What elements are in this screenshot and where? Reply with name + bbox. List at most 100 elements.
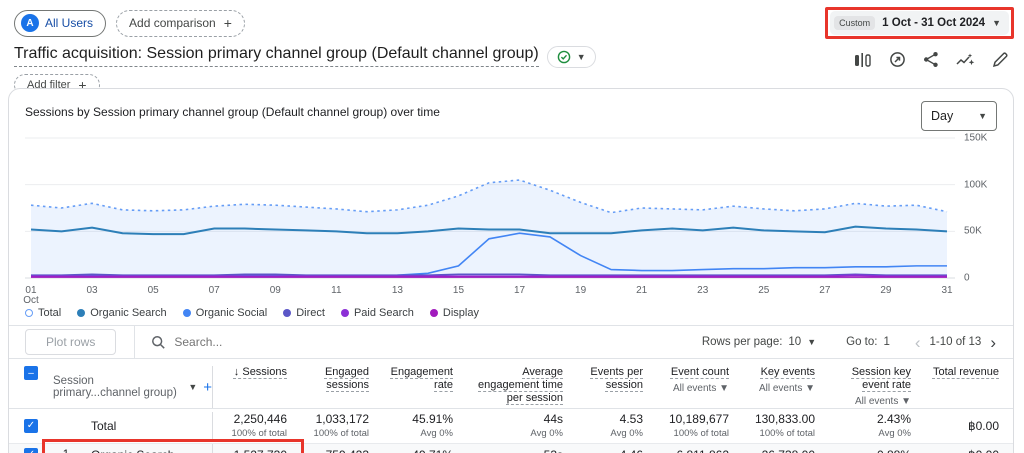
select-all-checkbox[interactable]: – xyxy=(24,366,38,380)
total-checkbox-cell: ✓ xyxy=(9,419,53,433)
x-axis-tick: 29 xyxy=(880,286,891,296)
legend-item[interactable]: Paid Search xyxy=(341,307,414,319)
report-header: Traffic acquisition: Session primary cha… xyxy=(0,43,1024,68)
column-header[interactable]: Engaged sessions xyxy=(301,366,383,392)
table-pagination: Rows per page: 10 ▼ Go to: 1 ‹ 1-10 of 1… xyxy=(702,334,1013,351)
next-page-icon[interactable]: › xyxy=(987,334,999,351)
row-cell-value: 6,811,862 xyxy=(657,448,743,453)
column-header[interactable]: Events per session xyxy=(577,366,657,392)
row-dimension-value[interactable]: Organic Search xyxy=(79,444,213,453)
data-quality-chip[interactable]: ▼ xyxy=(547,46,596,68)
rows-per-page-value[interactable]: 10 xyxy=(788,336,801,348)
x-axis-tick: 15 xyxy=(453,286,464,296)
column-header[interactable]: Total revenue xyxy=(925,366,1013,379)
column-header[interactable]: ↓ Sessions xyxy=(213,366,301,379)
total-cell-value: 10,189,677 xyxy=(657,412,729,426)
legend-item[interactable]: Display xyxy=(430,307,479,319)
total-cell: 4.53 Avg 0% xyxy=(577,412,657,439)
column-header-label[interactable]: Events per session xyxy=(590,366,643,391)
column-header-label[interactable]: Event count xyxy=(671,366,729,378)
table-row[interactable]: ✓1Organic Search1,527,730759,42349.71%53… xyxy=(9,444,1013,453)
column-header-label[interactable]: Average engagement time per session xyxy=(478,366,563,404)
column-header[interactable]: Engagement rate xyxy=(383,366,467,392)
total-cell: 130,833.00100% of total xyxy=(743,412,829,439)
legend-marker-icon xyxy=(341,309,349,317)
column-header[interactable]: Average engagement time per session xyxy=(467,366,577,405)
total-cell-subvalue: Avg 0% xyxy=(577,428,643,439)
legend-label: Direct xyxy=(296,307,325,319)
chevron-down-icon: ▼ xyxy=(577,52,586,62)
column-filter[interactable]: All events ▼ xyxy=(743,382,815,395)
search-icon xyxy=(151,335,166,350)
column-header-label[interactable]: Key events xyxy=(761,366,815,378)
all-users-segment-chip[interactable]: A All Users xyxy=(14,10,106,37)
x-axis-tick: 07 xyxy=(209,286,220,296)
row-checkbox[interactable]: ✓ xyxy=(24,448,38,453)
legend-label: Organic Social xyxy=(196,307,268,319)
chart-title: Sessions by Session primary channel grou… xyxy=(25,101,440,119)
x-axis-tick: 27 xyxy=(819,286,830,296)
edit-pencil-icon[interactable] xyxy=(992,52,1008,68)
line-chart-plot[interactable] xyxy=(25,133,955,283)
column-filter[interactable]: All events ▼ xyxy=(829,395,911,408)
total-cell: ฿0.00 xyxy=(925,419,1013,433)
column-filter[interactable]: All events ▼ xyxy=(657,382,729,395)
x-axis-tick: 23 xyxy=(697,286,708,296)
dimension-header-label: Session primary...channel group) xyxy=(53,375,182,399)
y-axis-tick: 50K xyxy=(964,226,982,237)
total-row-checkbox[interactable]: ✓ xyxy=(24,419,38,433)
date-range-picker[interactable]: Custom 1 Oct - 31 Oct 2024 ▼ xyxy=(830,11,1009,35)
search-input[interactable] xyxy=(174,335,334,349)
y-axis-tick: 150K xyxy=(964,133,987,144)
previous-page-icon[interactable]: ‹ xyxy=(912,334,924,351)
insights-clock-icon[interactable] xyxy=(889,51,906,68)
total-cell-subvalue: 100% of total xyxy=(213,428,287,439)
add-comparison-button[interactable]: Add comparison + xyxy=(116,10,245,37)
total-cell: 44sAvg 0% xyxy=(467,412,577,439)
plot-rows-button[interactable]: Plot rows xyxy=(25,329,116,355)
row-cell-value: 49.71% xyxy=(383,448,467,453)
table-header-row: – Session primary...channel group) ▼ + ↓… xyxy=(9,359,1013,409)
chevron-down-icon[interactable]: ▼ xyxy=(807,337,816,347)
column-header[interactable]: Event count All events ▼ xyxy=(657,366,743,395)
header-checkbox-cell: – xyxy=(9,366,53,380)
legend-item[interactable]: Organic Social xyxy=(183,307,268,319)
comparison-columns-icon[interactable] xyxy=(854,52,872,68)
sparkline-insights-icon[interactable] xyxy=(956,52,975,68)
legend-marker-icon xyxy=(283,309,291,317)
legend-label: Organic Search xyxy=(90,307,166,319)
column-header-label[interactable]: Engaged sessions xyxy=(325,366,369,391)
total-cell: 45.91%Avg 0% xyxy=(383,412,467,439)
legend-item[interactable]: Direct xyxy=(283,307,325,319)
column-header-label[interactable]: ↓ Sessions xyxy=(234,366,287,378)
report-action-icons xyxy=(854,45,1008,68)
page-title[interactable]: Traffic acquisition: Session primary cha… xyxy=(14,45,539,67)
share-icon[interactable] xyxy=(923,51,939,68)
dimension-column-header[interactable]: Session primary...channel group) ▼ + xyxy=(53,366,213,408)
column-header-label[interactable]: Total revenue xyxy=(933,366,999,378)
table-search[interactable] xyxy=(135,335,334,350)
total-cell-value: 2,250,446 xyxy=(213,412,287,426)
goto-value[interactable]: 1 xyxy=(883,336,889,348)
add-dimension-icon[interactable]: + xyxy=(203,379,212,396)
chevron-down-icon: ▼ xyxy=(188,382,197,392)
column-header[interactable]: Session key event rate All events ▼ xyxy=(829,366,925,408)
total-row-label: Total xyxy=(79,412,213,439)
total-cell: 2.43%Avg 0% xyxy=(829,412,925,439)
column-header-label[interactable]: Engagement rate xyxy=(391,366,453,391)
total-cell-value: 4.53 xyxy=(577,412,643,426)
total-cell-value: 45.91% xyxy=(383,412,453,426)
x-axis-tick: 11 xyxy=(331,286,341,296)
all-users-label: All Users xyxy=(45,16,93,30)
interval-select[interactable]: Day ▼ xyxy=(921,101,997,131)
legend-marker-icon xyxy=(25,309,33,317)
date-range-badge: Custom xyxy=(834,16,875,30)
legend-item[interactable]: Organic Search xyxy=(77,307,166,319)
legend-item[interactable]: Total xyxy=(25,307,61,319)
column-header-label[interactable]: Session key event rate xyxy=(852,366,911,391)
column-header[interactable]: Key events All events ▼ xyxy=(743,366,829,395)
legend-label: Total xyxy=(38,307,61,319)
row-cell-value: 26,738.00 xyxy=(743,448,829,453)
add-comparison-label: Add comparison xyxy=(129,16,216,30)
table-total-row: ✓ Total 2,250,446100% of total1,033,1721… xyxy=(9,409,1013,444)
